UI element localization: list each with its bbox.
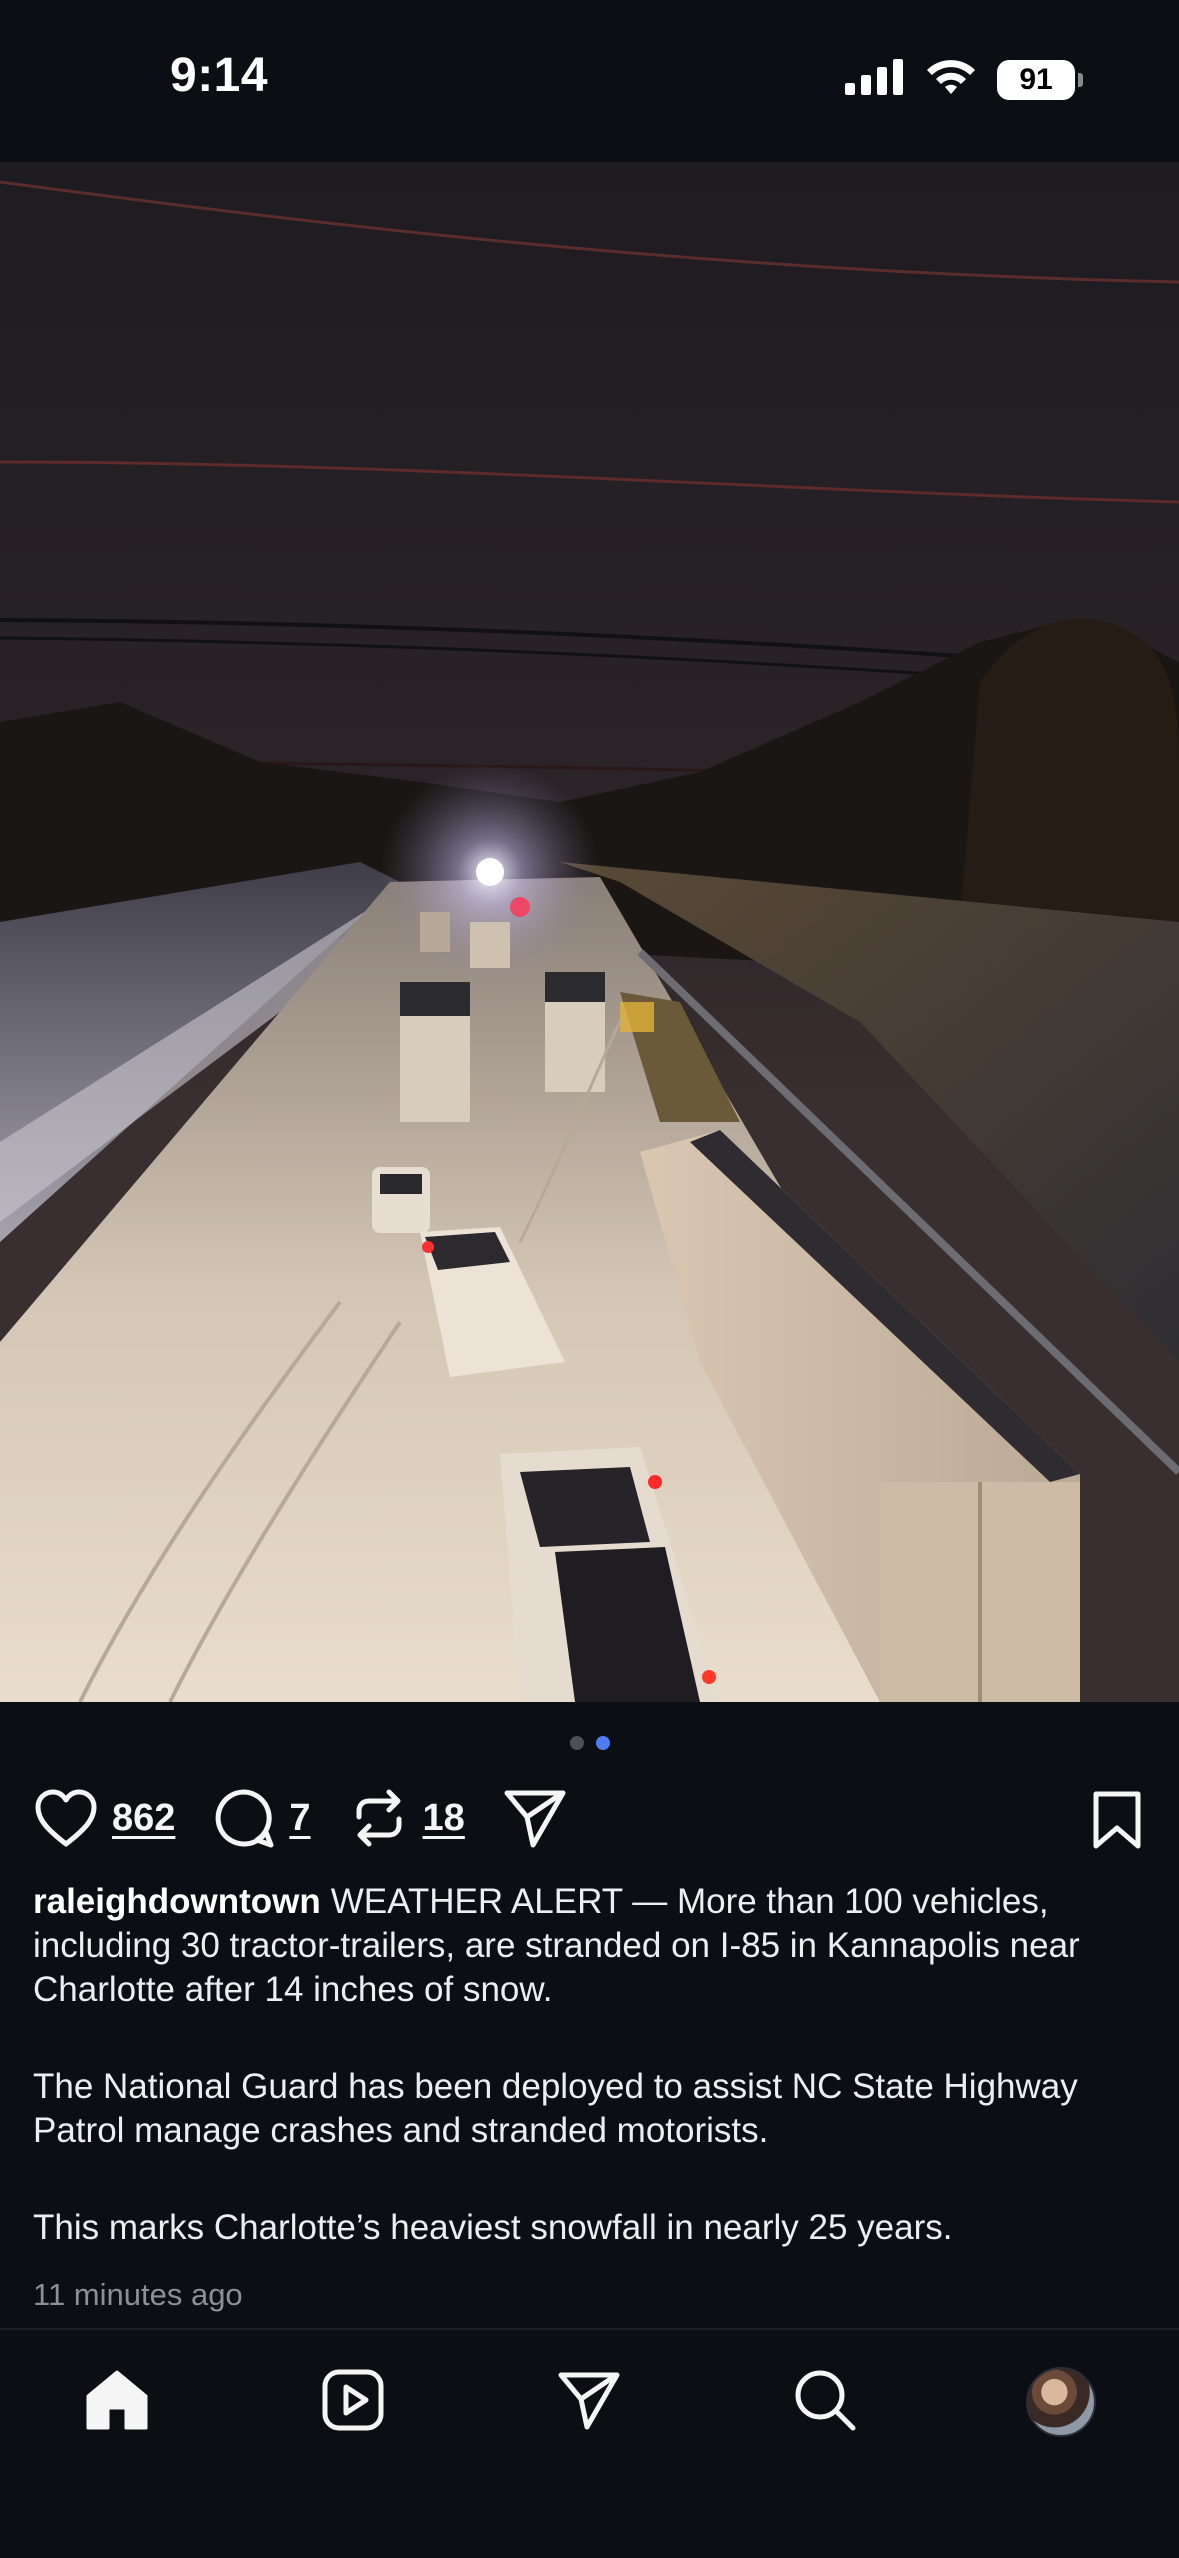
home-icon (84, 2368, 150, 2437)
repost-count[interactable]: 18 (423, 1797, 465, 1840)
post-timestamp: 11 minutes ago (33, 2277, 243, 2312)
nav-messages[interactable] (549, 2362, 629, 2442)
repost-button[interactable]: 18 (349, 1787, 465, 1849)
status-time: 9:14 (170, 49, 269, 102)
comment-count[interactable]: 7 (289, 1797, 310, 1840)
wifi-icon (925, 58, 977, 101)
carousel-dot-active (595, 1736, 610, 1750)
post-caption: raleighdowntown WEATHER ALERT — More than… (33, 1880, 1153, 2250)
battery-icon: 91 (997, 59, 1083, 100)
heart-icon (34, 1788, 98, 1848)
comment-button[interactable]: 7 (213, 1787, 311, 1849)
nav-reels[interactable] (313, 2362, 393, 2442)
nav-search[interactable] (785, 2362, 865, 2442)
reels-icon (322, 2369, 384, 2436)
like-count[interactable]: 862 (112, 1797, 175, 1840)
status-bar: 9:14 91 (0, 0, 1179, 162)
status-icons: 91 (845, 58, 1083, 101)
send-icon (557, 2369, 621, 2436)
bookmark-icon (1090, 1791, 1144, 1854)
bottom-nav (0, 2328, 1179, 2558)
caption-paragraph: raleighdowntown WEATHER ALERT — More than… (33, 1880, 1153, 2012)
profile-avatar (1026, 2367, 1096, 2437)
nav-home[interactable] (77, 2362, 157, 2442)
signal-icon (845, 59, 905, 100)
like-button[interactable]: 862 (34, 1788, 175, 1848)
caption-paragraph: This marks Charlotte’s heaviest snowfall… (33, 2208, 953, 2247)
nav-profile[interactable] (1021, 2362, 1101, 2442)
carousel-dot (569, 1736, 584, 1750)
search-icon (793, 2368, 857, 2437)
share-button[interactable] (503, 1787, 567, 1849)
repost-icon (349, 1787, 409, 1849)
save-button[interactable] (1090, 1790, 1144, 1855)
post-username[interactable]: raleighdowntown (33, 1882, 321, 1921)
comment-icon (213, 1787, 275, 1849)
send-icon (503, 1787, 567, 1849)
caption-paragraph: The National Guard has been deployed to … (33, 2067, 1078, 2150)
post-photo[interactable] (0, 162, 1179, 1702)
action-bar: 862 7 18 (34, 1782, 1144, 1854)
carousel-indicator (0, 1736, 1179, 1750)
